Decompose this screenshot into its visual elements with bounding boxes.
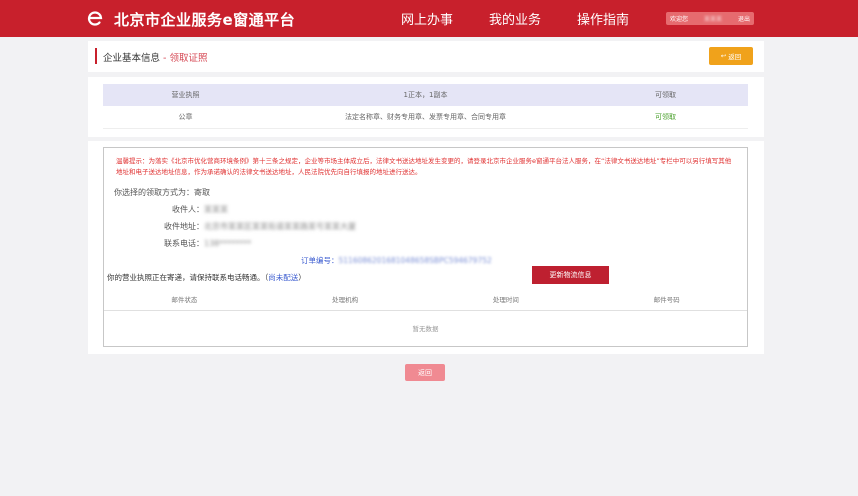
table-cell: 法定名称章、财务专用章、发票专用章、合同专用章 bbox=[268, 106, 583, 129]
recipient-row: 收件人：某某某 bbox=[172, 204, 228, 215]
license-col-type: 营业执照 bbox=[103, 84, 268, 106]
return-button-bottom[interactable]: 返回 bbox=[405, 364, 445, 381]
recipient-value: 某某某 bbox=[204, 205, 228, 214]
e-logo-icon[interactable] bbox=[86, 7, 106, 27]
pickup-card: 温馨提示：为落实《北京市优化营商环境条例》第十三条之规定，企业等市场主体成立后，… bbox=[88, 141, 764, 354]
welcome-text: 欢迎您 bbox=[670, 16, 689, 23]
logistics-col-status: 邮件状态 bbox=[171, 296, 198, 304]
warm-notice: 温馨提示：为落实《北京市优化营商环境条例》第十三条之规定，企业等市场主体成立后，… bbox=[116, 157, 732, 176]
address-label: 收件地址： bbox=[164, 222, 204, 231]
order-number-row: 订单编号：5116086201681048658SBPC594679752 bbox=[301, 255, 492, 266]
pickup-method-row: 你选择的领取方式为：寄取 bbox=[114, 187, 210, 198]
logistics-col-time: 处理时间 bbox=[492, 296, 519, 304]
recipient-label: 收件人： bbox=[172, 205, 204, 214]
top-bar: 北京市企业服务e窗通平台 网上办事 我的业务 操作指南 欢迎您 某某某 退出 bbox=[0, 0, 858, 37]
logistics-table-header: 邮件状态 处理机构 处理时间 邮件号码 bbox=[104, 289, 747, 311]
logistics-empty-text: 暂无数据 bbox=[412, 325, 439, 333]
pickup-method-label: 你选择的领取方式为： bbox=[114, 188, 194, 197]
site-title[interactable]: 北京市企业服务e窗通平台 bbox=[114, 9, 295, 30]
pickup-box: 温馨提示：为落实《北京市优化营商环境条例》第十三条之规定，企业等市场主体成立后，… bbox=[103, 147, 748, 347]
license-col-count: 1正本，1副本 bbox=[268, 84, 583, 106]
nav-guide[interactable]: 操作指南 bbox=[577, 9, 629, 28]
phone-value: 138******** bbox=[204, 239, 252, 248]
user-name[interactable]: 某某某 bbox=[704, 14, 722, 23]
delivery-status: 尚未配送 bbox=[268, 273, 299, 282]
phone-row: 联系电话：138******** bbox=[164, 238, 251, 249]
update-logistics-button[interactable]: 更新物流信息 bbox=[532, 266, 609, 284]
page-title: 企业基本信息 - 领取证照 bbox=[103, 50, 208, 64]
return-button-top[interactable]: ↩ 返回 bbox=[709, 47, 753, 65]
logout-link[interactable]: 退出 bbox=[738, 14, 750, 23]
order-number-label: 订单编号： bbox=[301, 256, 339, 265]
return-button-top-label: 返回 bbox=[728, 53, 742, 61]
return-arrow-icon: ↩ bbox=[720, 52, 727, 60]
order-number-value[interactable]: 5116086201681048658SBPC594679752 bbox=[339, 256, 492, 265]
table-row: 公章 法定名称章、财务专用章、发票专用章、合同专用章 可领取 bbox=[103, 106, 748, 129]
logistics-col-number: 邮件号码 bbox=[653, 296, 680, 304]
delivery-status-text: 你的营业执照正在寄递，请保持联系电话畅通。（尚未配送） bbox=[107, 272, 306, 283]
page-title-main: 企业基本信息 bbox=[103, 53, 161, 64]
license-col-status: 可领取 bbox=[583, 84, 748, 106]
address-value: 北京市某某区某某街道某某路某号某某大厦 bbox=[204, 222, 356, 231]
title-card: 企业基本信息 - 领取证照 ↩ 返回 bbox=[88, 41, 764, 72]
table-cell: 公章 bbox=[103, 106, 268, 129]
phone-label: 联系电话： bbox=[164, 239, 204, 248]
delivery-close: ） bbox=[298, 273, 306, 282]
nav-online-service[interactable]: 网上办事 bbox=[401, 9, 453, 28]
license-card: 营业执照 1正本，1副本 可领取 公章 法定名称章、财务专用章、发票专用章、合同… bbox=[88, 77, 764, 137]
address-row: 收件地址：北京市某某区某某街道某某路某号某某大厦 bbox=[164, 221, 356, 232]
license-table-header: 营业执照 1正本，1副本 可领取 bbox=[103, 84, 748, 106]
logistics-col-org: 处理机构 bbox=[332, 296, 359, 304]
title-accent-bar bbox=[95, 48, 97, 64]
pickup-method-value: 寄取 bbox=[194, 188, 210, 197]
license-table: 营业执照 1正本，1副本 可领取 公章 法定名称章、财务专用章、发票专用章、合同… bbox=[103, 84, 748, 129]
user-box: 欢迎您 某某某 退出 bbox=[666, 12, 754, 25]
delivery-text: 你的营业执照正在寄递，请保持联系电话畅通。（ bbox=[107, 273, 269, 282]
status-badge: 可领取 bbox=[583, 106, 748, 129]
nav-my-business[interactable]: 我的业务 bbox=[489, 9, 541, 28]
page-title-sub: 领取证照 bbox=[169, 53, 208, 64]
